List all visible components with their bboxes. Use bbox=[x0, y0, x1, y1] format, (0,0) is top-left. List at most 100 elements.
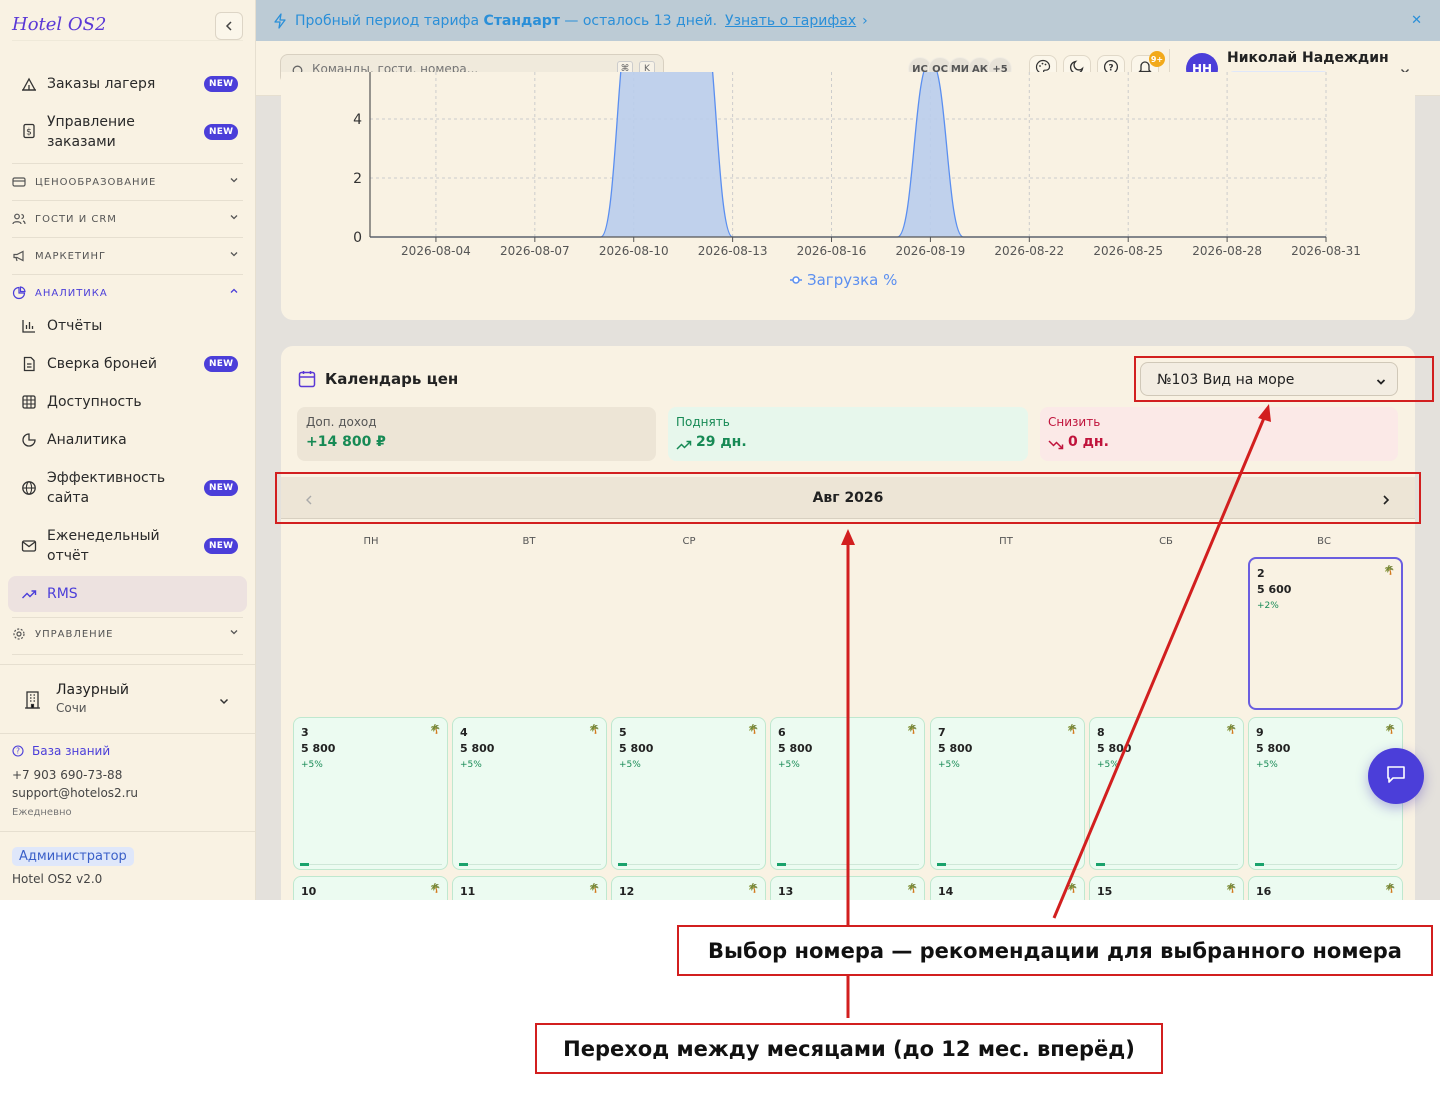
palm-icon: 🌴 bbox=[588, 884, 600, 894]
section-marketing[interactable]: МАРКЕТИНГ bbox=[12, 246, 243, 266]
calendar-day-cell[interactable]: 10 🌴 bbox=[293, 876, 448, 900]
trial-plan: Стандарт bbox=[483, 12, 560, 29]
occupancy-bar bbox=[937, 863, 1079, 866]
globe-icon bbox=[20, 479, 38, 497]
day-number: 6 bbox=[778, 726, 786, 739]
pie-chart-icon bbox=[20, 431, 38, 449]
palm-icon: 🌴 bbox=[1066, 884, 1078, 894]
hotel-switcher[interactable]: Лазурный Сочи bbox=[24, 682, 244, 718]
calendar-day-cell[interactable]: 7 🌴 5 800 +5% bbox=[930, 717, 1085, 870]
knowledge-base-link[interactable]: ? База знаний bbox=[12, 744, 110, 758]
chevron-down-icon bbox=[229, 175, 239, 188]
grid-icon bbox=[20, 393, 38, 411]
occupancy-bar bbox=[1255, 863, 1397, 866]
sidebar-item-reports[interactable]: Отчёты bbox=[8, 316, 247, 336]
app-version: Hotel OS2 v2.0 bbox=[12, 872, 103, 886]
calendar-day-cell[interactable]: 8 🌴 5 800 +5% bbox=[1089, 717, 1244, 870]
calendar-day-cell[interactable]: 4 🌴 5 800 +5% bbox=[452, 717, 607, 870]
section-guests-crm[interactable]: ГОСТИ И CRM bbox=[12, 209, 243, 229]
day-number: 9 bbox=[1256, 726, 1264, 739]
receipt-icon: $ bbox=[20, 122, 38, 140]
new-badge: NEW bbox=[204, 538, 239, 554]
divider bbox=[0, 664, 256, 665]
section-management[interactable]: УПРАВЛЕНИЕ bbox=[12, 624, 243, 644]
sidebar-item-weekly-report[interactable]: Еженедельный отчёт NEW bbox=[8, 526, 247, 566]
chat-button[interactable] bbox=[1368, 748, 1424, 804]
calendar-day-cell[interactable]: 14 🌴 bbox=[930, 876, 1085, 900]
x-tick-label: 2026-08-22 bbox=[994, 244, 1064, 258]
calendar-day-cell[interactable]: 6 🌴 5 800 +5% bbox=[770, 717, 925, 870]
support-schedule: Ежедневно bbox=[12, 807, 72, 818]
sidebar-item-booking-reconciliation[interactable]: Сверка броней NEW bbox=[8, 352, 247, 376]
calendar-day-cell[interactable]: 13 🌴 bbox=[770, 876, 925, 900]
calendar-day-cell[interactable]: 12 🌴 bbox=[611, 876, 766, 900]
sidebar-item-availability[interactable]: Доступность bbox=[8, 392, 247, 412]
day-price: 5 800 bbox=[619, 742, 654, 755]
x-tick-label: 2026-08-28 bbox=[1192, 244, 1262, 258]
calendar-day-cell[interactable]: 16 🌴 bbox=[1248, 876, 1403, 900]
chevron-right-icon: › bbox=[862, 12, 868, 29]
stat-value: 29 дн. bbox=[696, 434, 747, 450]
palm-icon: 🌴 bbox=[747, 725, 759, 735]
day-price: 5 800 bbox=[1256, 742, 1291, 755]
calendar-day-cell[interactable]: 15 🌴 bbox=[1089, 876, 1244, 900]
sidebar-collapse-button[interactable] bbox=[215, 12, 243, 40]
day-change: +5% bbox=[301, 760, 323, 770]
sidebar-item-analytics[interactable]: Аналитика bbox=[8, 430, 247, 450]
calendar-day-cell[interactable]: 11 🌴 bbox=[452, 876, 607, 900]
x-tick-label: 2026-08-07 bbox=[500, 244, 570, 258]
app-window: Hotel OS2 Заказы лагеря NEW $ Управление… bbox=[0, 0, 1440, 900]
chevron-up-icon bbox=[229, 286, 239, 299]
section-analytics[interactable]: АНАЛИТИКА bbox=[12, 283, 243, 303]
stat-lower: Снизить 0 дн. bbox=[1040, 407, 1398, 461]
divider bbox=[12, 654, 243, 655]
day-number: 13 bbox=[778, 885, 794, 898]
banner-close-button[interactable]: ✕ bbox=[1411, 13, 1422, 28]
x-tick-label: 2026-08-25 bbox=[1093, 244, 1163, 258]
legend-swatch-marker bbox=[792, 276, 800, 284]
card-icon bbox=[12, 175, 26, 189]
sidebar-item-label: Отчёты bbox=[47, 318, 103, 334]
x-tick-label: 2026-08-16 bbox=[797, 244, 867, 258]
x-tick-label: 2026-08-10 bbox=[599, 244, 669, 258]
chevron-down-icon bbox=[218, 692, 230, 711]
day-number: 8 bbox=[1097, 726, 1105, 739]
support-phone[interactable]: +7 903 690-73-88 bbox=[12, 768, 122, 782]
day-number: 11 bbox=[460, 885, 476, 898]
sidebar-item-label: Доступность bbox=[47, 394, 142, 410]
hotel-city: Сочи bbox=[56, 701, 87, 715]
day-change: +5% bbox=[778, 760, 800, 770]
section-pricing[interactable]: ЦЕНООБРАЗОВАНИЕ bbox=[12, 172, 243, 192]
section-label: ЦЕНООБРАЗОВАНИЕ bbox=[35, 176, 157, 188]
pricing-link[interactable]: Узнать о тарифах bbox=[725, 13, 856, 29]
sidebar-item-rms[interactable]: RMS bbox=[8, 584, 247, 604]
highlight-room-select bbox=[1134, 356, 1434, 402]
sidebar-item-camp-orders[interactable]: Заказы лагеря NEW bbox=[8, 72, 247, 96]
y-tick-label: 2 bbox=[353, 171, 362, 187]
help-circle-icon: ? bbox=[12, 745, 24, 757]
sidebar-item-order-management[interactable]: $ Управление заказами NEW bbox=[8, 112, 247, 152]
palm-icon: 🌴 bbox=[1384, 725, 1396, 735]
chevron-down-icon bbox=[229, 212, 239, 225]
calendar-day-cell[interactable]: 3 🌴 5 800 +5% bbox=[293, 717, 448, 870]
palm-icon: 🌴 bbox=[429, 725, 441, 735]
knowledge-base-label: База знаний bbox=[32, 744, 111, 758]
calendar-day-cell[interactable]: 2 🌴 5 600 +2% bbox=[1248, 557, 1403, 710]
document-icon bbox=[20, 355, 38, 373]
calendar-title: Календарь цен bbox=[325, 370, 459, 388]
stat-value: +14 800 ₽ bbox=[306, 434, 386, 450]
support-email[interactable]: support@hotelos2.ru bbox=[12, 786, 138, 800]
weekday-sun: ВС bbox=[1317, 536, 1331, 547]
palm-icon: 🌴 bbox=[1383, 566, 1395, 576]
divider bbox=[0, 831, 256, 832]
occupancy-chart: 2026-08-04 2026-08-07 2026-08-10 2026-08-13… bbox=[353, 72, 1361, 289]
chevron-down-icon bbox=[229, 627, 239, 640]
notification-count-badge: 9+ bbox=[1149, 51, 1165, 67]
occupancy-line bbox=[370, 72, 1326, 238]
sidebar-item-site-efficiency[interactable]: Эффективность сайта NEW bbox=[8, 468, 247, 508]
calendar-day-cell[interactable]: 5 🌴 5 800 +5% bbox=[611, 717, 766, 870]
day-price: 5 800 bbox=[1097, 742, 1132, 755]
x-tick-label: 2026-08-04 bbox=[401, 244, 471, 258]
day-number: 4 bbox=[460, 726, 468, 739]
trending-up-icon bbox=[20, 585, 38, 603]
